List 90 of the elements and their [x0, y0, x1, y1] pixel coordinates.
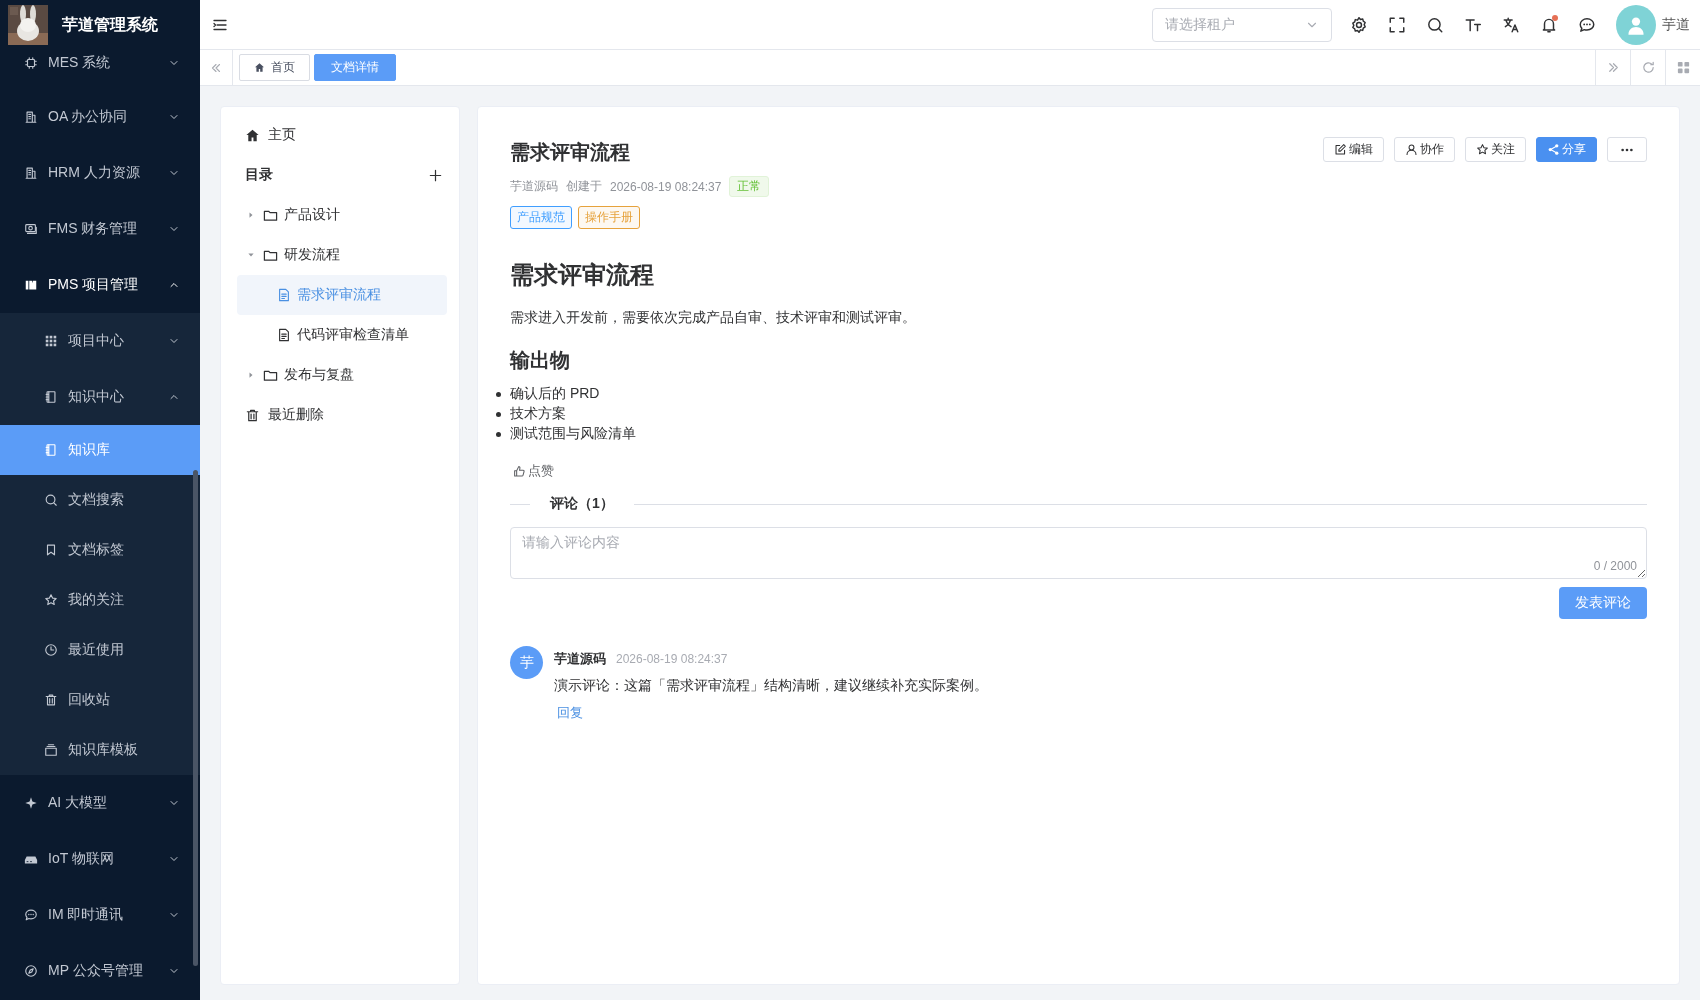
menu-item[interactable]: IM 即时通讯 [0, 887, 200, 943]
like-button[interactable]: 点赞 [513, 462, 554, 480]
template-icon [44, 743, 58, 757]
submenu-item[interactable]: 最近使用 [0, 625, 200, 675]
refresh-icon [1640, 60, 1656, 75]
tree-item[interactable]: 代码评审检查清单 [237, 315, 447, 355]
user-icon [1405, 143, 1418, 156]
catalog-title: 目录 [245, 166, 273, 184]
heading: 需求评审流程 [510, 260, 655, 290]
list-item: 确认后的 PRD [510, 385, 600, 403]
author-name: 芋道源码 [510, 178, 558, 195]
submenu-item[interactable]: 文档搜索 [0, 475, 200, 525]
bullet-icon [496, 391, 501, 397]
paragraph: 需求进入开发前，需要依次完成产品自审、技术评审和测试评审。 [510, 309, 917, 327]
trash-icon [44, 693, 58, 707]
clock-icon [44, 643, 58, 657]
status-tag: 正常 [729, 176, 770, 197]
submenu-item[interactable]: 知识中心 [0, 369, 200, 425]
comment-text: 演示评论：这篇「需求评审流程」结构清晰，建议继续补充实际案例。 [554, 677, 988, 695]
trash-icon [245, 407, 260, 423]
grid-icon [44, 334, 58, 348]
notebook-icon [44, 443, 58, 457]
follow-button[interactable]: 关注 [1465, 137, 1526, 162]
search-icon[interactable] [1426, 15, 1444, 34]
list-item: 测试范围与风险清单 [510, 425, 636, 443]
created-time: 2026-08-19 08:24:37 [610, 179, 722, 194]
menu-item[interactable]: MES 系统 [0, 50, 200, 89]
compass-icon [24, 964, 38, 978]
building-icon [24, 166, 38, 180]
tree-item[interactable]: 发布与复盘 [237, 355, 447, 395]
translate-icon[interactable] [1502, 15, 1520, 34]
grid-icon [1675, 60, 1691, 75]
menu-item[interactable]: IoT 物联网 [0, 831, 200, 887]
tag: 操作手册 [578, 206, 640, 229]
subheading: 输出物 [510, 348, 571, 373]
document-title: 需求评审流程 [510, 140, 631, 165]
submenu-item[interactable]: 项目中心 [0, 313, 200, 369]
banknote-icon [24, 222, 38, 236]
home-icon [245, 127, 260, 143]
share-icon [1547, 143, 1560, 156]
scrollbar[interactable] [193, 470, 198, 966]
comment-time: 2026-08-19 08:24:37 [616, 652, 728, 666]
document-icon [277, 288, 291, 302]
fullscreen-icon[interactable] [1388, 15, 1406, 34]
sparkle-icon [24, 796, 38, 810]
bookmark-icon [44, 543, 58, 557]
menu-item[interactable]: HRM 人力资源 [0, 145, 200, 201]
tree-item[interactable]: 主页 [237, 115, 447, 155]
notebook-icon [44, 390, 58, 404]
menu-item[interactable]: OA 办公协同 [0, 89, 200, 145]
submenu-item[interactable]: 回收站 [0, 675, 200, 725]
menu-item[interactable]: FMS 财务管理 [0, 201, 200, 257]
tree-item[interactable]: 研发流程 [237, 235, 447, 275]
edit-icon [1334, 143, 1347, 156]
submenu-item[interactable]: 我的关注 [0, 575, 200, 625]
bullet-icon [496, 431, 501, 437]
bullet-icon [496, 411, 501, 417]
thumbs-up-icon [513, 464, 526, 478]
collaborate-button[interactable]: 协作 [1394, 137, 1455, 162]
plus-icon[interactable] [428, 167, 443, 183]
submenu-item[interactable]: 文档标签 [0, 525, 200, 575]
project-icon [24, 278, 38, 292]
star-icon [1476, 143, 1489, 156]
tab[interactable]: 首页 [239, 54, 310, 81]
chip-icon [24, 55, 38, 70]
comments-title: 评论（1） [550, 495, 614, 513]
edit-button[interactable]: 编辑 [1323, 137, 1384, 162]
tree-item[interactable]: 最近删除 [237, 395, 447, 435]
created-label: 创建于 [566, 178, 602, 195]
menu-item[interactable]: PMS 项目管理 [0, 257, 200, 313]
list-item: 技术方案 [510, 405, 566, 423]
reply-link[interactable]: 回复 [557, 704, 583, 722]
star-icon [44, 593, 58, 607]
building-icon [24, 110, 38, 124]
tree-item[interactable]: 产品设计 [237, 195, 447, 235]
settings-icon[interactable] [1350, 15, 1368, 34]
chat-icon [24, 908, 38, 922]
tag: 产品规范 [510, 206, 572, 229]
home-icon [254, 62, 265, 73]
comment-author: 芋道源码 [554, 650, 606, 668]
submenu-item[interactable]: 知识库模板 [0, 725, 200, 775]
document-icon [277, 328, 291, 342]
menu-item[interactable]: MP 公众号管理 [0, 943, 200, 999]
chat-icon[interactable] [1578, 15, 1596, 34]
search-icon [44, 493, 58, 507]
menu-item[interactable]: AI 大模型 [0, 775, 200, 831]
user-name[interactable]: 芋道 [1662, 15, 1690, 34]
app-title: 芋道管理系统 [62, 14, 158, 35]
char-counter: 0 / 2000 [1593, 559, 1637, 573]
avatar: 芋 [510, 646, 543, 679]
